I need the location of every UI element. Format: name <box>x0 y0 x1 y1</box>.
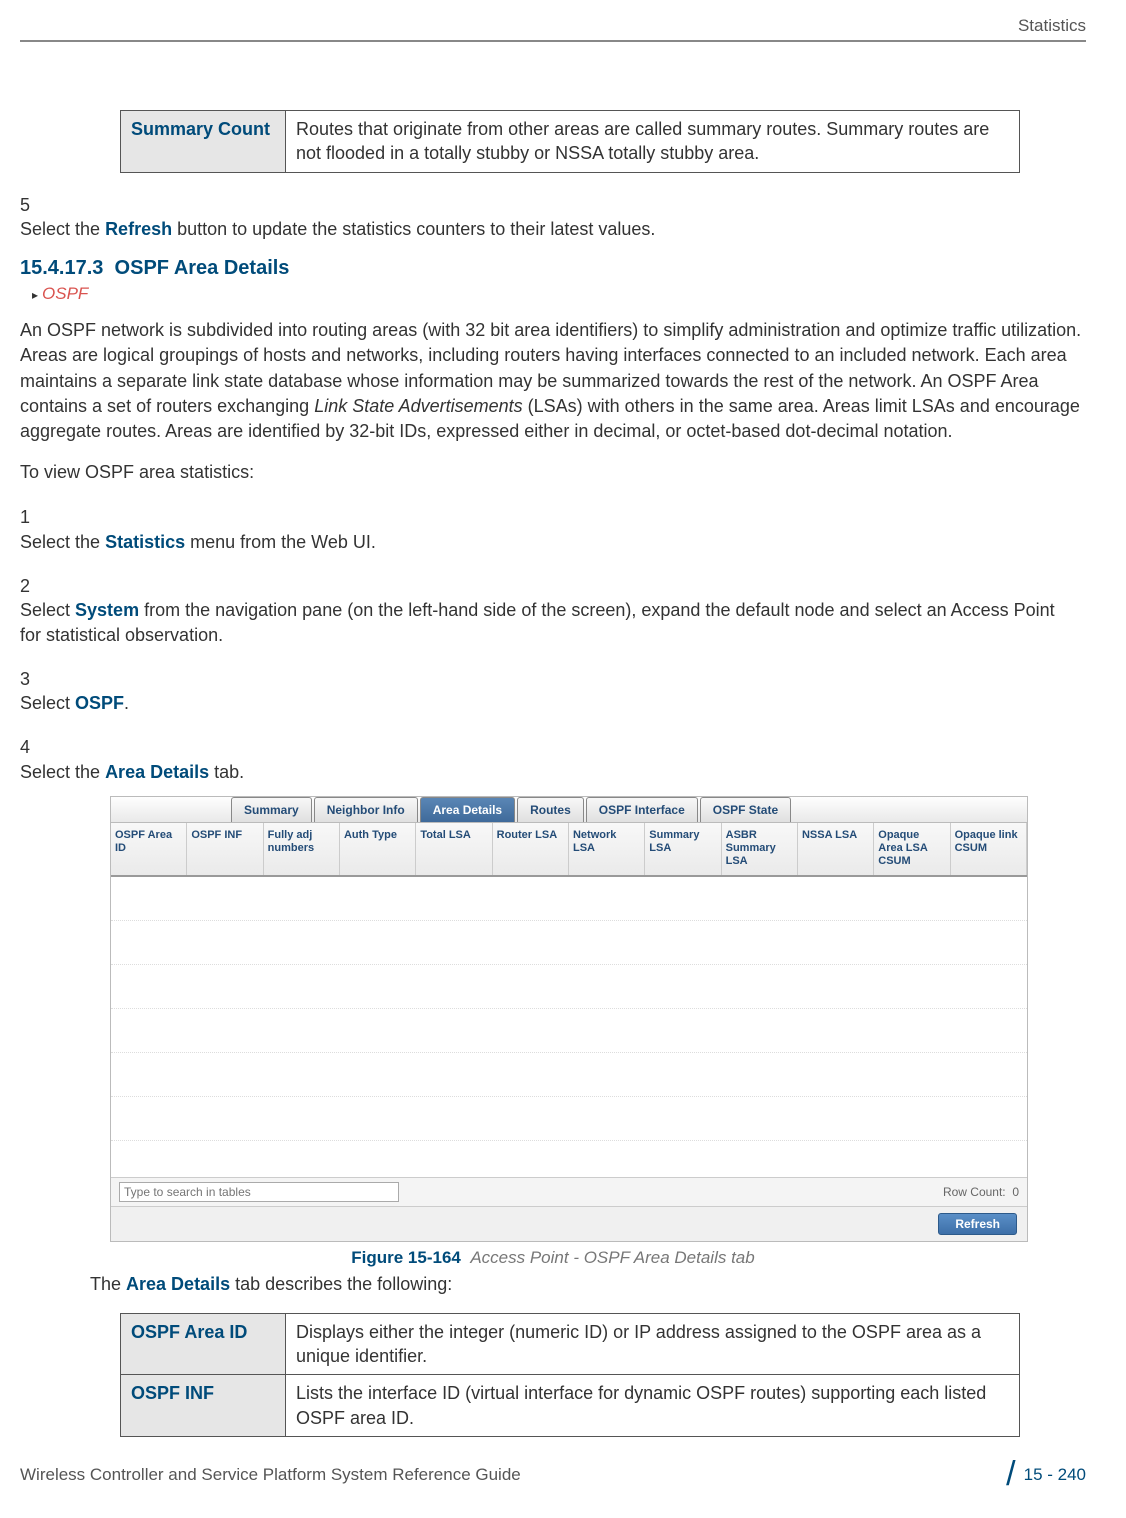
step-text: Select the Statistics menu from the Web … <box>20 530 1070 554</box>
step-text: Select System from the navigation pane (… <box>20 598 1070 647</box>
tab-bar: SummaryNeighbor InfoArea DetailsRoutesOS… <box>111 797 1027 823</box>
desc-cell: Routes that originate from other areas a… <box>286 111 1020 173</box>
tab-neighbor-info[interactable]: Neighbor Info <box>314 797 418 822</box>
page-footer: Wireless Controller and Service Platform… <box>20 1455 1086 1494</box>
text-post: . <box>124 693 129 713</box>
refresh-keyword: Refresh <box>105 219 172 239</box>
text-pre: Select the <box>20 762 105 782</box>
table-row <box>111 1009 1027 1053</box>
text-pre: Select the <box>20 532 105 552</box>
refresh-button[interactable]: Refresh <box>938 1213 1017 1235</box>
step: 1Select the Statistics menu from the Web… <box>20 505 1086 554</box>
para3-a: The <box>90 1274 126 1294</box>
row-count-value: 0 <box>1012 1185 1019 1199</box>
paragraph-ospf-intro: An OSPF network is subdivided into routi… <box>20 318 1086 444</box>
term-cell: OSPF INF <box>121 1375 286 1437</box>
search-input[interactable] <box>119 1182 399 1202</box>
column-header[interactable]: Opaque Area LSA CSUM <box>874 823 950 875</box>
column-header[interactable]: OSPF Area ID <box>111 823 187 875</box>
page-number: / 15 - 240 <box>1006 1455 1086 1494</box>
column-header[interactable]: Summary LSA <box>645 823 721 875</box>
column-header[interactable]: NSSA LSA <box>798 823 874 875</box>
text-post: tab. <box>209 762 244 782</box>
step-text: Select the Area Details tab. <box>20 760 1070 784</box>
column-header[interactable]: Router LSA <box>493 823 569 875</box>
header-rule <box>20 40 1086 42</box>
step: 2Select System from the navigation pane … <box>20 574 1086 647</box>
row-count-label: Row Count: <box>943 1185 1006 1199</box>
area-details-screenshot: SummaryNeighbor InfoArea DetailsRoutesOS… <box>110 796 1028 1242</box>
table-body <box>111 877 1027 1177</box>
desc-cell: Lists the interface ID (virtual interfac… <box>286 1375 1020 1437</box>
keyword: Statistics <box>105 532 185 552</box>
tab-summary[interactable]: Summary <box>231 797 312 822</box>
text-pre: Select <box>20 693 75 713</box>
breadcrumb: OSPF <box>32 284 1086 304</box>
step-number: 5 <box>20 193 48 217</box>
tab-routes[interactable]: Routes <box>517 797 584 822</box>
figure-text: Access Point - OSPF Area Details tab <box>470 1248 754 1267</box>
column-header[interactable]: Total LSA <box>416 823 492 875</box>
tab-area-details[interactable]: Area Details <box>420 797 515 822</box>
tab-ospf-interface[interactable]: OSPF Interface <box>586 797 698 822</box>
term-cell: OSPF Area ID <box>121 1313 286 1375</box>
step-5: 5 Select the Refresh button to update th… <box>20 193 1086 242</box>
text-pre: Select the <box>20 219 105 239</box>
text-post: button to update the statistics counters… <box>172 219 655 239</box>
footer-title: Wireless Controller and Service Platform… <box>20 1465 521 1485</box>
step-number: 4 <box>20 735 48 759</box>
table-row <box>111 877 1027 921</box>
keyword: Area Details <box>105 762 209 782</box>
term-cell: Summary Count <box>121 111 286 173</box>
column-header[interactable]: OSPF INF <box>187 823 263 875</box>
text-pre: Select <box>20 600 75 620</box>
table-row <box>111 921 1027 965</box>
table-row <box>111 1053 1027 1097</box>
figure-label: Figure 15-164 <box>351 1248 461 1267</box>
slash-icon: / <box>1006 1455 1015 1494</box>
section-heading: 15.4.17.3 OSPF Area Details <box>20 257 1086 280</box>
desc-cell: Displays either the integer (numeric ID)… <box>286 1313 1020 1375</box>
step: 4Select the Area Details tab. <box>20 735 1086 784</box>
tab-ospf-state[interactable]: OSPF State <box>700 797 791 822</box>
refresh-row: Refresh <box>111 1206 1027 1241</box>
column-header[interactable]: Opaque link CSUM <box>951 823 1027 875</box>
table-row <box>111 965 1027 1009</box>
text-post: menu from the Web UI. <box>185 532 376 552</box>
paragraph-area-details-intro: The Area Details tab describes the follo… <box>90 1272 1086 1297</box>
keyword: System <box>75 600 139 620</box>
para-em: Link State Advertisements <box>314 396 522 416</box>
keyword: OSPF <box>75 693 124 713</box>
definition-table-area-details: OSPF Area ID Displays either the integer… <box>120 1313 1020 1437</box>
step: 3Select OSPF. <box>20 667 1086 716</box>
section-title: OSPF Area Details <box>115 257 290 279</box>
step-text: Select the Refresh button to update the … <box>20 217 1070 241</box>
column-header[interactable]: Fully adj numbers <box>264 823 340 875</box>
step-number: 2 <box>20 574 48 598</box>
column-header[interactable]: Network LSA <box>569 823 645 875</box>
column-headers: OSPF Area IDOSPF INFFully adj numbersAut… <box>111 823 1027 877</box>
page-number-text: 15 - 240 <box>1024 1465 1086 1485</box>
column-header[interactable]: ASBR Summary LSA <box>722 823 798 875</box>
section-number: 15.4.17.3 <box>20 257 103 279</box>
figure-caption: Figure 15-164 Access Point - OSPF Area D… <box>20 1248 1086 1268</box>
paragraph-view-instructions: To view OSPF area statistics: <box>20 460 1086 485</box>
step-number: 3 <box>20 667 48 691</box>
table-row <box>111 1097 1027 1141</box>
text-post: from the navigation pane (on the left-ha… <box>20 600 1055 644</box>
area-details-keyword: Area Details <box>126 1274 230 1294</box>
step-text: Select OSPF. <box>20 691 1070 715</box>
header-section: Statistics <box>1018 16 1086 36</box>
step-number: 1 <box>20 505 48 529</box>
row-count: Row Count: 0 <box>943 1185 1019 1199</box>
table-footer: Row Count: 0 <box>111 1177 1027 1206</box>
definition-table-summary-count: Summary Count Routes that originate from… <box>120 110 1020 173</box>
para3-b: tab describes the following: <box>230 1274 452 1294</box>
column-header[interactable]: Auth Type <box>340 823 416 875</box>
